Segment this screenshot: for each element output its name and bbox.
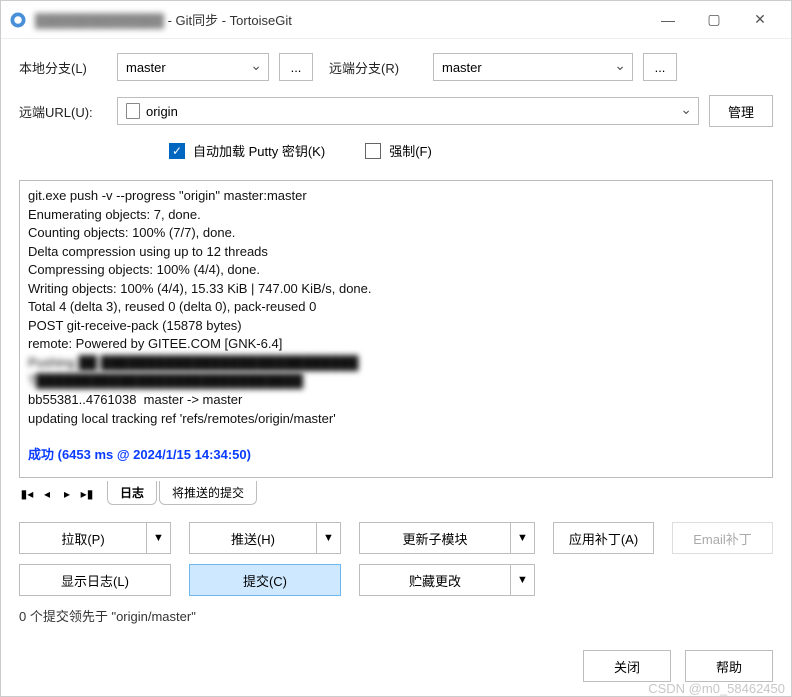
checkbox-unchecked-icon — [365, 143, 381, 159]
chevron-down-icon[interactable]: ▼ — [511, 522, 535, 554]
push-button[interactable]: 推送(H)▼ — [189, 522, 341, 554]
force-checkbox[interactable]: 强制(F) — [365, 141, 432, 160]
status-text: 0 个提交领先于 "origin/master" — [1, 602, 791, 627]
nav-first-icon[interactable]: ▮◂ — [19, 485, 35, 503]
app-icon — [9, 11, 27, 29]
titlebar: ██████████████ - Git同步 - TortoiseGit — ▢… — [1, 1, 791, 39]
remote-branch-select[interactable]: master — [433, 53, 633, 81]
remote-branch-browse-button[interactable]: ... — [643, 53, 677, 81]
apply-patch-button[interactable]: 应用补丁(A) — [553, 522, 654, 554]
nav-prev-icon[interactable]: ◂ — [39, 485, 55, 503]
commit-button[interactable]: 提交(C) — [189, 564, 341, 596]
tab-log[interactable]: 日志 — [107, 481, 157, 505]
show-log-button[interactable]: 显示日志(L) — [19, 564, 171, 596]
chevron-down-icon[interactable]: ▼ — [147, 522, 171, 554]
log-output[interactable]: git.exe push -v --progress "origin" mast… — [19, 180, 773, 478]
minimize-button[interactable]: — — [645, 4, 691, 36]
stash-button[interactable]: 贮藏更改▼ — [359, 564, 535, 596]
watermark: CSDN @m0_58462450 — [648, 681, 785, 696]
local-branch-browse-button[interactable]: ... — [279, 53, 313, 81]
action-buttons: 拉取(P)▼ 推送(H)▼ 更新子模块▼ 应用补丁(A) Email补丁 显示日… — [1, 510, 791, 602]
nav-last-icon[interactable]: ▸▮ — [79, 485, 95, 503]
remote-branch-label: 远端分支(R) — [329, 58, 423, 77]
document-icon — [126, 103, 140, 119]
chevron-down-icon[interactable]: ▼ — [511, 564, 535, 596]
email-patch-button: Email补丁 — [672, 522, 773, 554]
help-button[interactable]: 帮助 — [685, 650, 773, 682]
chevron-down-icon[interactable]: ▼ — [317, 522, 341, 554]
local-branch-label: 本地分支(L) — [19, 58, 107, 77]
form-area: 本地分支(L) master ... 远端分支(R) master ... 远端… — [1, 39, 791, 174]
pull-button[interactable]: 拉取(P)▼ — [19, 522, 171, 554]
nav-next-icon[interactable]: ▸ — [59, 485, 75, 503]
checkbox-checked-icon: ✓ — [169, 143, 185, 159]
sync-window: ██████████████ - Git同步 - TortoiseGit — ▢… — [0, 0, 792, 697]
tab-bar: ▮◂ ◂ ▸ ▸▮ 日志 将推送的提交 — [19, 482, 773, 506]
window-title: ██████████████ - Git同步 - TortoiseGit — [35, 10, 292, 29]
autoload-putty-checkbox[interactable]: ✓ 自动加载 Putty 密钥(K) — [169, 141, 325, 160]
local-branch-select[interactable]: master — [117, 53, 269, 81]
close-button[interactable]: ✕ — [737, 4, 783, 36]
tab-pending-commits[interactable]: 将推送的提交 — [159, 481, 257, 505]
remote-url-label: 远端URL(U): — [19, 102, 107, 121]
maximize-button[interactable]: ▢ — [691, 4, 737, 36]
remote-url-select[interactable]: origin — [117, 97, 699, 125]
close-dialog-button[interactable]: 关闭 — [583, 650, 671, 682]
manage-button[interactable]: 管理 — [709, 95, 773, 127]
update-submodule-button[interactable]: 更新子模块▼ — [359, 522, 535, 554]
